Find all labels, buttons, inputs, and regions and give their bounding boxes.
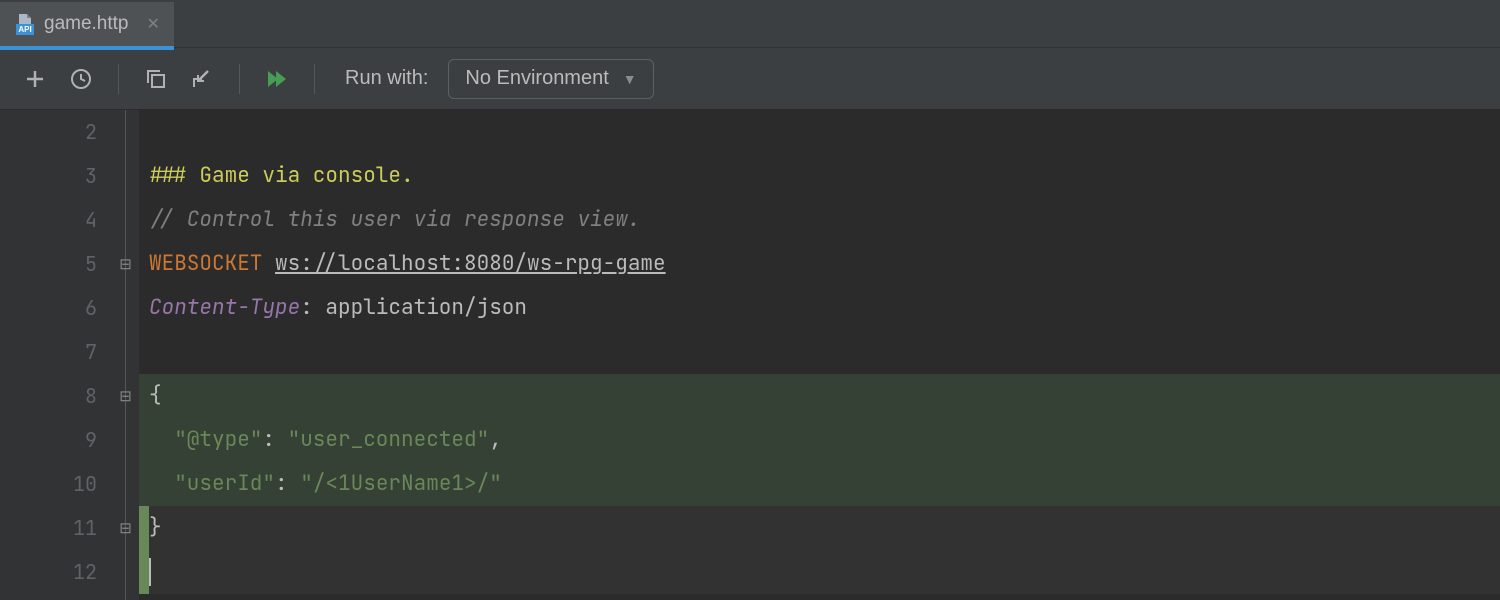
code-line: Content-Type: application/json bbox=[139, 286, 1500, 330]
close-icon[interactable]: ✕ bbox=[147, 14, 160, 34]
line-number: 5 bbox=[0, 242, 115, 286]
fold-icon[interactable]: ⊟ bbox=[119, 390, 132, 403]
code-line: { bbox=[139, 374, 1500, 418]
add-icon[interactable] bbox=[22, 66, 48, 92]
import-icon[interactable] bbox=[189, 66, 215, 92]
copy-icon[interactable] bbox=[143, 66, 169, 92]
line-number-gutter: 2 3 4 5 6 7 8 9 10 11 12 bbox=[0, 110, 115, 600]
fold-icon[interactable]: ⊟ bbox=[119, 522, 132, 535]
code-line: } bbox=[139, 506, 1500, 550]
fold-strip: ⊟ ⊟ ⊟ bbox=[115, 110, 139, 600]
code-line: WEBSOCKET ws://localhost:8080/ws-rpg-gam… bbox=[139, 242, 1500, 286]
chevron-down-icon: ▼ bbox=[623, 71, 637, 87]
api-file-icon: API bbox=[14, 13, 36, 35]
environment-dropdown[interactable]: No Environment ▼ bbox=[448, 59, 653, 99]
fold-icon[interactable]: ⊟ bbox=[119, 258, 132, 271]
text-caret bbox=[149, 558, 151, 586]
editor: 2 3 4 5 6 7 8 9 10 11 12 ⊟ ⊟ ⊟ ### Game … bbox=[0, 110, 1500, 600]
run-all-icon[interactable] bbox=[264, 66, 290, 92]
code-line: // Control this user via response view. bbox=[139, 198, 1500, 242]
line-number: 11 bbox=[0, 506, 115, 550]
separator bbox=[239, 64, 240, 94]
toolbar: Run with: No Environment ▼ bbox=[0, 48, 1500, 110]
run-with-label: Run with: bbox=[345, 67, 428, 90]
tab-bar: API game.http ✕ bbox=[0, 0, 1500, 48]
line-number: 7 bbox=[0, 330, 115, 374]
separator bbox=[118, 64, 119, 94]
code-line: ### Game via console. bbox=[139, 154, 1500, 198]
line-number: 12 bbox=[0, 550, 115, 594]
code-area[interactable]: ### Game via console. // Control this us… bbox=[139, 110, 1500, 600]
code-line bbox=[139, 110, 1500, 154]
environment-value: No Environment bbox=[465, 67, 608, 90]
svg-text:API: API bbox=[18, 25, 31, 34]
tab-game-http[interactable]: API game.http ✕ bbox=[0, 2, 174, 46]
code-line-caret bbox=[139, 550, 1500, 594]
line-number: 2 bbox=[0, 110, 115, 154]
code-line bbox=[139, 330, 1500, 374]
tab-filename: game.http bbox=[44, 13, 129, 35]
line-number: 10 bbox=[0, 462, 115, 506]
line-number: 3 bbox=[0, 154, 115, 198]
history-icon[interactable] bbox=[68, 66, 94, 92]
line-number: 6 bbox=[0, 286, 115, 330]
separator bbox=[314, 64, 315, 94]
line-number: 8 bbox=[0, 374, 115, 418]
line-number: 4 bbox=[0, 198, 115, 242]
code-line: "@type": "user_connected", bbox=[139, 418, 1500, 462]
line-number: 9 bbox=[0, 418, 115, 462]
code-line: "userId": "/<1UserName1>/" bbox=[139, 462, 1500, 506]
